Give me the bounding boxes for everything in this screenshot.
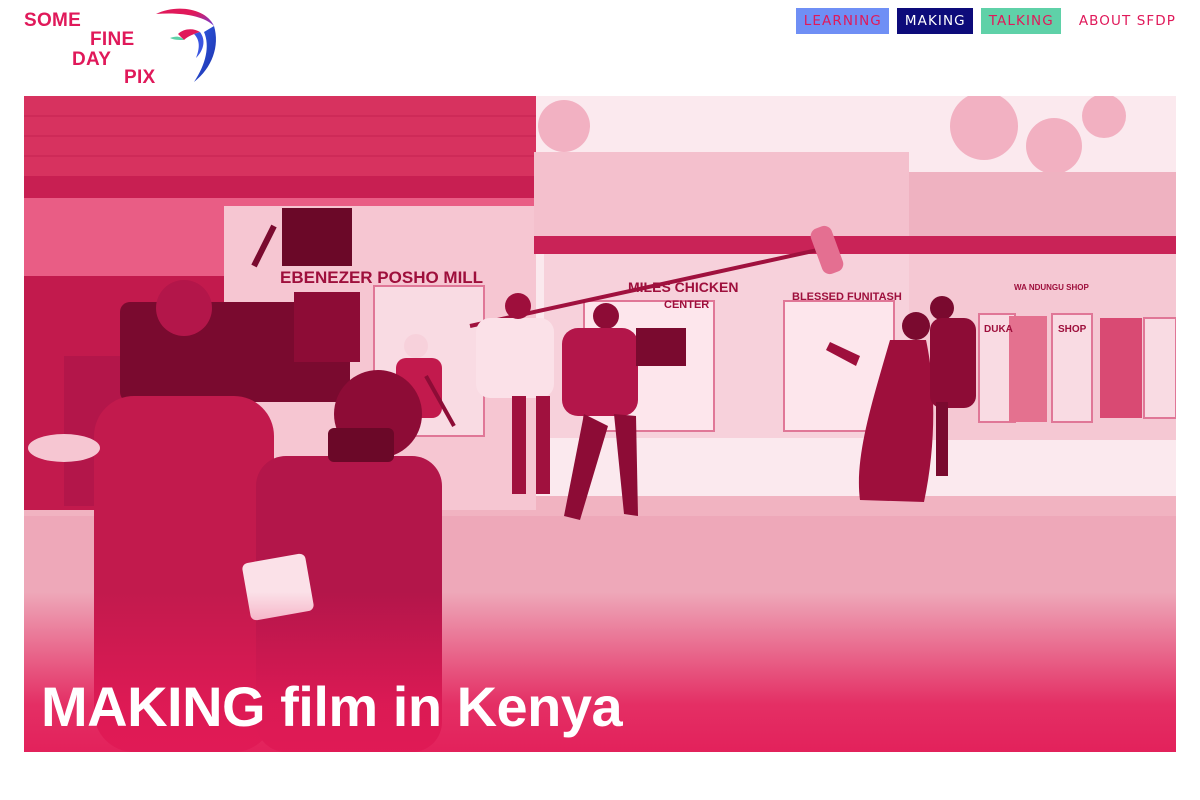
sign-chicken-line2: CENTER (664, 299, 709, 311)
sign-wa-shop: WA NDUNGU SHOP (1014, 283, 1089, 292)
sign-posho-mill: EBENEZER POSHO MILL (280, 268, 483, 287)
logo-word-pix: PIX (124, 67, 156, 88)
logo-word-day: DAY (72, 49, 112, 70)
site-logo[interactable]: SOME FINE DAY PIX (24, 6, 224, 88)
swallow-bird-icon (156, 8, 216, 82)
logo-word-some: SOME (24, 10, 82, 31)
hero-title: MAKING film in Kenya (41, 675, 623, 739)
logo-word-fine: FINE (90, 29, 135, 50)
sign-blessed: BLESSED FUNITASH (792, 291, 902, 303)
sign-shop: SHOP (1058, 324, 1087, 335)
main-nav: LEARNING MAKING TALKING ABOUT SFDP (795, 8, 1176, 34)
nav-learning[interactable]: LEARNING (795, 8, 889, 34)
sign-duka: DUKA (984, 324, 1013, 335)
hero-banner[interactable]: EBENEZER POSHO MILL MILES CHICKEN CENTER… (24, 96, 1176, 752)
nav-talking[interactable]: TALKING (980, 8, 1061, 34)
nav-making[interactable]: MAKING (896, 8, 973, 34)
nav-about-sfdp[interactable]: ABOUT SFDP (1071, 8, 1176, 34)
